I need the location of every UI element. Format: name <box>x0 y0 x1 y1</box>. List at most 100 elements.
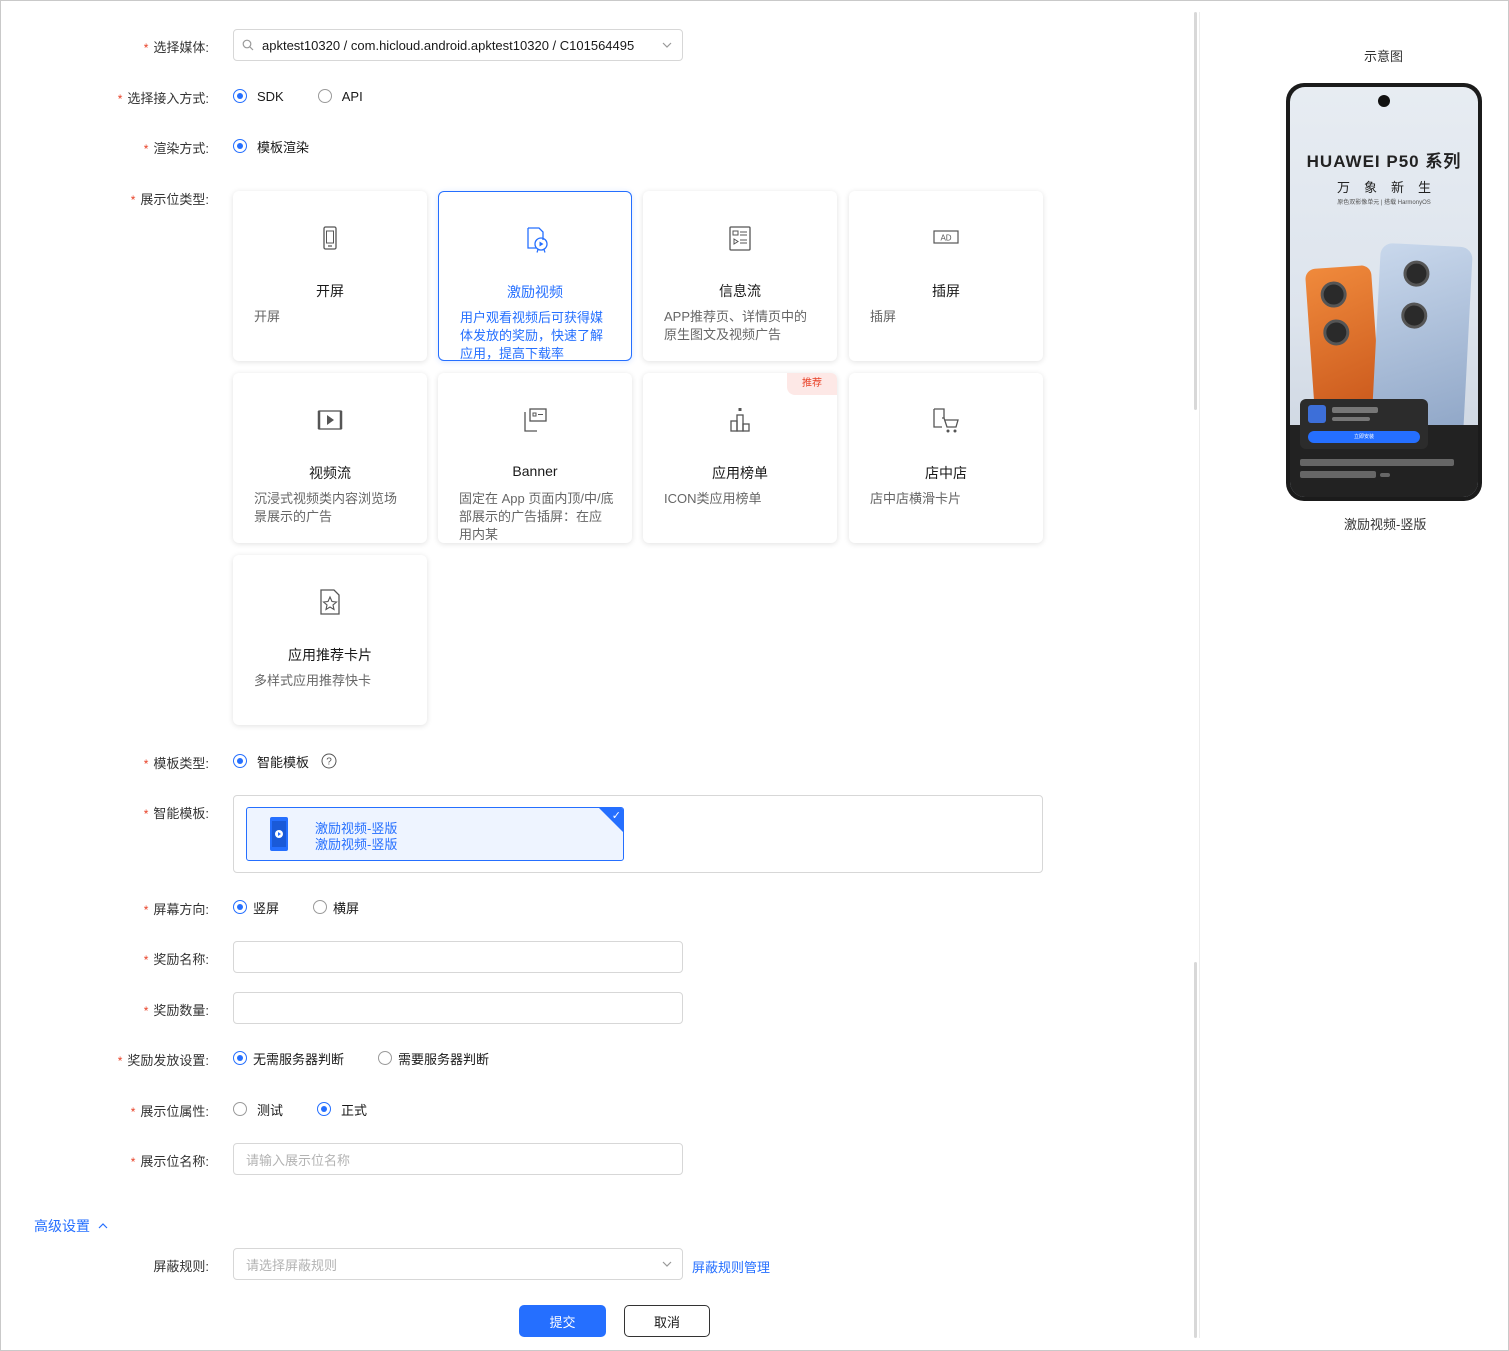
slot-card-desc: 插屏 <box>870 309 897 324</box>
reward-amount-label: * 奖励数量: <box>143 1003 209 1018</box>
slot-card-desc: 固定在 App 页面内顶/中/底部展示的广告插屏：在应用内某 <box>459 491 614 542</box>
media-label: * 选择媒体: <box>143 40 209 55</box>
recommend-badge: 推荐 <box>787 373 837 395</box>
advanced-settings-toggle[interactable]: 高级设置 <box>34 1216 108 1236</box>
slot-name-label: * 展示位名称: <box>130 1154 209 1169</box>
check-icon: ✓ <box>611 810 621 822</box>
slot-type-label: * 展示位类型: <box>130 192 209 207</box>
slot-card-desc: 多样式应用推荐快卡 <box>254 673 372 688</box>
access-radio-sdk[interactable]: SDK <box>233 89 284 104</box>
slot-card-desc: ICON类应用榜单 <box>664 491 762 506</box>
render-label: * 渲染方式: <box>143 141 209 156</box>
preview-screen: HUAWEI P50 系列 万象新生 原色双影像单元 | 搭载 HarmonyO… <box>1290 87 1478 497</box>
slot-card-app-ranking[interactable]: 推荐 应用榜单 ICON类应用榜单 <box>643 373 837 543</box>
search-icon <box>242 39 254 51</box>
svg-text:?: ? <box>326 757 332 768</box>
feed-icon <box>729 226 751 251</box>
smart-template-subtitle: 激励视频-竖版 <box>315 837 398 852</box>
slot-attr-radio-group: 测试 正式 <box>233 1099 401 1119</box>
orientation-label: * 屏幕方向: <box>143 902 209 917</box>
smart-template-label: * 智能模板: <box>143 806 209 821</box>
panel-divider <box>1199 12 1200 1338</box>
preview-ad-card: 立即安装 <box>1300 399 1428 449</box>
ad-icon: AD <box>933 230 959 244</box>
block-rule-manage-link[interactable]: 屏蔽规则管理 <box>692 1257 770 1276</box>
advanced-settings-label: 高级设置 <box>34 1218 90 1234</box>
product-image-orange <box>1304 264 1382 420</box>
slot-attr-label: * 展示位属性: <box>130 1104 209 1119</box>
slot-attr-radio-formal[interactable]: 正式 <box>317 1100 367 1119</box>
ranking-icon <box>730 408 750 432</box>
preview-slogan: 万象新生 <box>1336 180 1445 195</box>
submit-button[interactable]: 提交 <box>519 1305 606 1337</box>
block-rule-select[interactable]: 请选择屏蔽规则 <box>233 1248 683 1280</box>
block-rule-label: 屏蔽规则: <box>153 1259 209 1274</box>
chevron-down-icon <box>662 1261 672 1267</box>
reward-setting-label: * 奖励发放设置: <box>117 1053 209 1068</box>
slot-card-title: 店中店 <box>925 465 967 481</box>
cancel-button[interactable]: 取消 <box>624 1305 710 1337</box>
orientation-radio-group: 竖屏 横屏 <box>233 897 393 917</box>
slot-card-title: 开屏 <box>316 283 344 299</box>
slot-card-title: 插屏 <box>932 283 960 299</box>
template-type-radio-smart[interactable]: 智能模板 <box>233 752 309 771</box>
reward-setting-radio-group: 无需服务器判断 需要服务器判断 <box>233 1048 523 1068</box>
scrollbar-track[interactable] <box>1194 962 1197 1338</box>
slot-card-reward-video[interactable]: 激励视频 用户观看视频后可获得媒体发放的奖励，快速了解应用，提高下载率 <box>438 191 632 361</box>
preview-install-button: 立即安装 <box>1308 431 1420 443</box>
slot-card-title: 应用榜单 <box>712 465 768 481</box>
slot-card-splash[interactable]: 开屏 开屏 <box>233 191 427 361</box>
block-rule-placeholder: 请选择屏蔽规则 <box>246 1257 338 1273</box>
slot-card-desc: APP推荐页、详情页中的原生图文及视频广告 <box>664 309 808 342</box>
slot-name-input[interactable]: 请输入展示位名称 <box>233 1143 683 1175</box>
reward-name-input[interactable] <box>233 941 683 973</box>
access-radio-api[interactable]: API <box>317 89 363 104</box>
reward-setting-radio-server[interactable]: 需要服务器判断 <box>378 1049 489 1068</box>
video-icon <box>317 410 343 430</box>
slot-card-banner[interactable]: Banner 固定在 App 页面内顶/中/底部展示的广告插屏：在应用内某 <box>438 373 632 543</box>
cart-icon <box>933 408 959 433</box>
smart-template-item[interactable]: 激励视频-竖版 激励视频-竖版 ✓ <box>246 807 624 861</box>
slot-card-interstitial[interactable]: AD 插屏 插屏 <box>849 191 1043 361</box>
smart-template-box: 激励视频-竖版 激励视频-竖版 ✓ <box>233 795 1043 873</box>
reward-setting-radio-no-server[interactable]: 无需服务器判断 <box>233 1049 344 1068</box>
media-value: apktest10320 / com.hicloud.android.apkte… <box>262 37 635 53</box>
reward-name-label: * 奖励名称: <box>143 952 209 967</box>
render-radio-template[interactable]: 模板渲染 <box>233 137 309 156</box>
slot-card-desc: 沉浸式视频类内容浏览场景展示的广告 <box>254 491 398 524</box>
template-type-label: * 模板类型: <box>143 756 209 771</box>
preview-caption: 激励视频-竖版 <box>1344 517 1427 532</box>
orientation-radio-landscape[interactable]: 横屏 <box>313 898 359 917</box>
chevron-up-icon <box>98 1223 108 1229</box>
render-radio-group: 模板渲染 <box>233 136 343 156</box>
slot-card-app-recommend[interactable]: 应用推荐卡片 多样式应用推荐快卡 <box>233 555 427 725</box>
orientation-radio-portrait[interactable]: 竖屏 <box>233 898 279 917</box>
reward-amount-input[interactable] <box>233 992 683 1024</box>
scrollbar-thumb[interactable] <box>1194 12 1197 410</box>
preview-sub: 原色双影像单元 | 搭载 HarmonyOS <box>1337 200 1431 206</box>
phone-icon <box>323 226 337 250</box>
slot-card-feed[interactable]: 信息流 APP推荐页、详情页中的原生图文及视频广告 <box>643 191 837 361</box>
slot-attr-radio-test[interactable]: 测试 <box>233 1100 283 1119</box>
help-icon[interactable]: ? <box>321 753 337 769</box>
preview-brand: HUAWEI P50 系列 <box>1306 152 1462 171</box>
slot-card-desc: 店中店横滑卡片 <box>870 491 962 506</box>
slot-card-title: 激励视频 <box>507 284 563 300</box>
slot-card-video-stream[interactable]: 视频流 沉浸式视频类内容浏览场景展示的广告 <box>233 373 427 543</box>
preview-phone-mockup: HUAWEI P50 系列 万象新生 原色双影像单元 | 搭载 HarmonyO… <box>1286 83 1482 501</box>
slot-card-desc: 开屏 <box>254 309 281 324</box>
access-radio-group: SDK API <box>233 86 397 106</box>
slot-card-title: 信息流 <box>719 283 761 299</box>
slot-card-title: 应用推荐卡片 <box>288 647 372 663</box>
slot-card-shop[interactable]: 店中店 店中店横滑卡片 <box>849 373 1043 543</box>
banner-icon <box>524 408 547 432</box>
preview-title: 示意图 <box>1364 49 1404 64</box>
media-select[interactable]: apktest10320 / com.hicloud.android.apkte… <box>233 29 683 61</box>
camera-icon <box>1378 95 1390 107</box>
slot-card-title: 视频流 <box>309 465 351 481</box>
slot-card-desc: 用户观看视频后可获得媒体发放的奖励，快速了解应用，提高下载率 <box>460 310 604 361</box>
app-logo-icon <box>1308 405 1326 423</box>
star-card-icon <box>320 589 340 615</box>
reward-video-icon <box>527 227 548 253</box>
template-phone-icon <box>270 817 288 851</box>
